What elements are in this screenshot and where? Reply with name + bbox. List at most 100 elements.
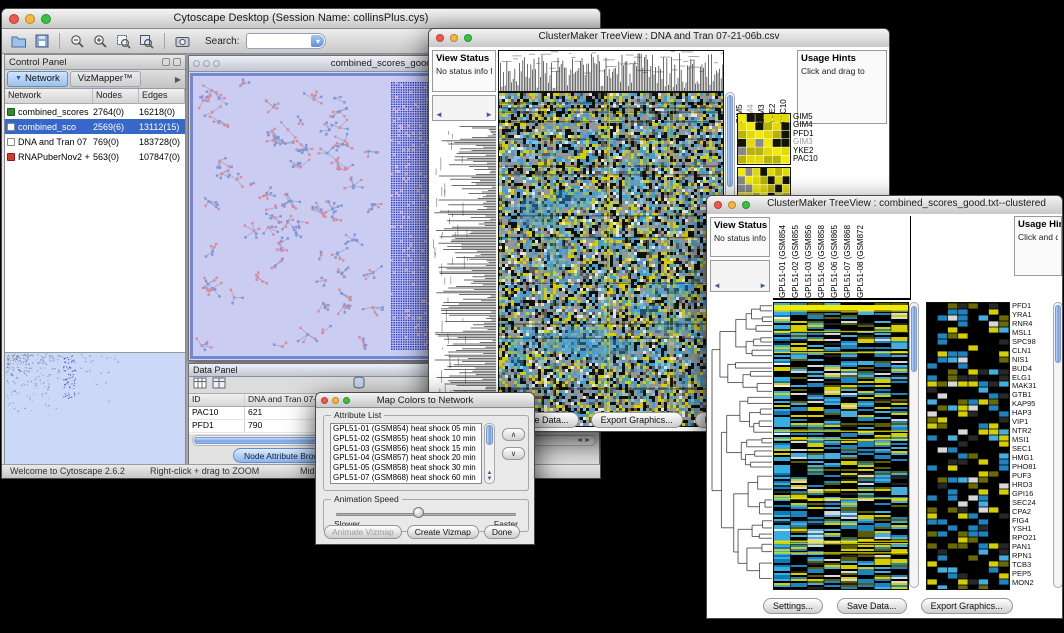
zoom-button[interactable] [464, 34, 472, 42]
array-label[interactable]: GPL51-06 (GSM865 [830, 216, 839, 298]
attribute-list-item[interactable]: GPL51-02 (GSM855) heat shock 10 min [331, 434, 481, 444]
snapshot-icon[interactable] [172, 31, 193, 52]
view-status-title: View Status [436, 53, 492, 64]
network-name: RNAPuberNov2 + [18, 152, 93, 162]
scrollbar-thumb[interactable] [1055, 305, 1061, 363]
column-header-network[interactable]: Network [5, 89, 93, 103]
map-colors-dialog[interactable]: Map Colors to Network Attribute List GPL… [315, 392, 535, 545]
attribute-create-icon[interactable] [212, 376, 226, 394]
attribute-list-item[interactable]: GPL51-07 (GSM868) heat shock 60 min [331, 473, 481, 483]
tab-overflow-arrow[interactable]: ▶ [175, 75, 183, 84]
scrollbar-thumb[interactable] [727, 95, 733, 187]
search-input[interactable]: ▾ [246, 33, 326, 49]
chevron-down-icon[interactable]: ▾ [311, 35, 324, 47]
export-graphics-button[interactable]: Export Graphics... [921, 598, 1013, 614]
pan-control[interactable]: ◄ ► [710, 260, 770, 292]
zoom-button[interactable] [343, 397, 350, 404]
column-header-nodes[interactable]: Nodes [93, 89, 139, 103]
list-scrollbar[interactable]: ▲▼ [484, 423, 495, 484]
arrow-left-icon[interactable]: ◄ [713, 281, 721, 290]
network-list-background [5, 164, 185, 352]
animate-vizmap-button[interactable]: Animate Vizmap [324, 525, 402, 539]
arrow-left-icon[interactable]: ◄ [435, 110, 443, 119]
close-button[interactable] [9, 14, 19, 24]
network-list-item[interactable]: DNA and Tran 07769(0)183728(0) [5, 134, 185, 149]
close-panel-icon[interactable] [173, 58, 181, 66]
scrollbar-thumb[interactable] [911, 306, 917, 372]
zoom-selected-icon[interactable] [136, 31, 157, 52]
attribute-list-item[interactable]: GPL51-03 (GSM856) heat shock 15 min [331, 444, 481, 454]
attribute-list-item[interactable]: GPL51-01 (GSM854) heat shock 05 min [331, 424, 481, 434]
arrow-right-icon[interactable]: ► [485, 110, 493, 119]
gene-dendrogram[interactable] [710, 302, 772, 588]
zoom-fit-icon[interactable] [113, 31, 134, 52]
minimize-button[interactable] [450, 34, 458, 42]
treeview-combined-window[interactable]: ClusterMaker TreeView : combined_scores_… [706, 195, 1063, 619]
zoom-heatmap[interactable] [926, 302, 1010, 590]
data-panel-title: Data Panel [193, 365, 238, 375]
zoom-in-icon[interactable] [90, 31, 111, 52]
array-label[interactable]: GPL51-07 (GSM868 [843, 216, 852, 298]
save-data-button[interactable]: Save Data... [837, 598, 907, 614]
vertical-scrollbar[interactable] [909, 302, 919, 588]
scrollbar-thumb[interactable] [486, 425, 493, 445]
network-list-item[interactable]: combined_scores2764(0)16218(0) [5, 104, 185, 119]
export-graphics-button[interactable]: Export Graphics... [591, 412, 683, 428]
attribute-list-item[interactable]: GPL51-05 (GSM858) heat shock 30 min [331, 463, 481, 473]
attribute-list-item[interactable]: GPL51-04 (GSM857) heat shock 20 min [331, 453, 481, 463]
zoom-button[interactable] [742, 201, 750, 209]
minimize-button[interactable] [25, 14, 35, 24]
close-button[interactable] [436, 34, 444, 42]
close-button[interactable] [714, 201, 722, 209]
gene-dendrogram[interactable] [432, 125, 496, 425]
zoom-button[interactable] [41, 14, 51, 24]
network-overview[interactable] [5, 352, 185, 465]
attribute-select-icon[interactable] [193, 376, 207, 394]
minimize-button[interactable] [728, 201, 736, 209]
arrow-right-icon[interactable]: ► [759, 281, 767, 290]
gene-label[interactable]: MON2 [1012, 579, 1052, 588]
network-list-item[interactable]: combined_sco2569(6)13112(15) [5, 119, 185, 134]
speed-slider-thumb[interactable] [413, 507, 424, 518]
move-down-button[interactable]: ∨ [502, 447, 525, 460]
array-label[interactable]: GPL51-01 (GSM854 [778, 216, 787, 298]
vertical-scrollbar[interactable] [1053, 302, 1062, 588]
done-button[interactable]: Done [484, 525, 520, 539]
minimize-button[interactable] [203, 60, 210, 67]
treeview-combined-title-bar[interactable]: ClusterMaker TreeView : combined_scores_… [707, 196, 1062, 215]
float-panel-icon[interactable] [162, 58, 170, 66]
create-vizmap-button[interactable]: Create Vizmap [407, 525, 479, 539]
array-dendrogram[interactable] [498, 50, 724, 92]
global-heatmap[interactable] [498, 92, 724, 427]
zoom-button[interactable] [213, 60, 220, 67]
zoom-out-icon[interactable] [67, 31, 88, 52]
array-label[interactable]: GPL51-03 (GSM856 [804, 216, 813, 298]
tab-network[interactable]: ▼ Network [7, 71, 68, 87]
network-list-item[interactable]: RNAPuberNov2 +563(0)107847(0) [5, 149, 185, 164]
scrollbar-arrows[interactable]: ▲▼ [485, 470, 494, 482]
close-button[interactable] [321, 397, 328, 404]
tab-vizmapper[interactable]: VizMapper™ [70, 71, 141, 87]
similarity-matrix[interactable] [737, 113, 791, 165]
treeview-dna-title-bar[interactable]: ClusterMaker TreeView : DNA and Tran 07-… [429, 29, 889, 48]
open-session-icon[interactable] [8, 31, 29, 52]
save-session-icon[interactable] [31, 31, 52, 52]
attribute-list[interactable]: GPL51-01 (GSM854) heat shock 05 minGPL51… [330, 423, 482, 484]
close-button[interactable] [193, 60, 200, 67]
array-label[interactable]: GPL51-02 (GSM855 [791, 216, 800, 298]
window-controls [714, 201, 750, 209]
pan-control[interactable]: ◄ ► [432, 95, 496, 121]
settings-button[interactable]: Settings... [763, 598, 823, 614]
scrollbar-arrows[interactable]: ◄► [576, 437, 592, 444]
move-up-button[interactable]: ∧ [502, 428, 525, 441]
array-label[interactable]: GPL51-05 (GSM858 [817, 216, 826, 298]
usage-hints-text: Click and drag to [801, 66, 883, 76]
minimize-button[interactable] [332, 397, 339, 404]
speed-slider-track[interactable] [336, 513, 516, 516]
dialog-title-bar[interactable]: Map Colors to Network [316, 393, 534, 408]
gene-label[interactable]: PAC10 [793, 155, 818, 163]
global-heatmap[interactable] [773, 302, 909, 590]
array-label[interactable]: GPL51-08 (GSM872 [856, 216, 865, 298]
column-header-edges[interactable]: Edges [139, 89, 185, 103]
main-title-bar[interactable]: Cytoscape Desktop (Session Name: collins… [2, 9, 600, 29]
